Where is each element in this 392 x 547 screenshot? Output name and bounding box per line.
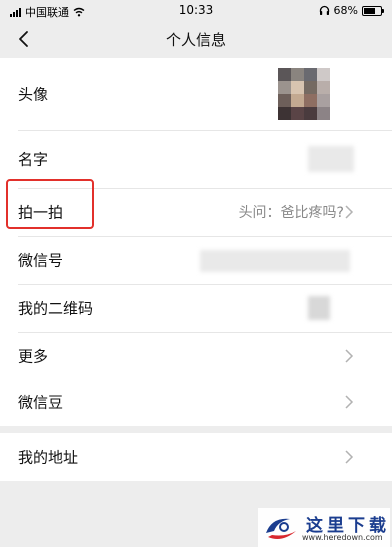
status-bar: 中国联通 10:33 68% (0, 0, 392, 22)
wechat-id-blurred (200, 250, 350, 272)
avatar[interactable] (278, 68, 330, 120)
address-group: 我的地址 (0, 433, 392, 481)
row-wechat-id[interactable]: 微信号 (0, 236, 392, 284)
battery-percent: 68% (333, 4, 358, 17)
row-qr-code[interactable]: 我的二维码 (0, 284, 392, 332)
row-label: 微信豆 (18, 393, 64, 412)
status-right: 68% (319, 4, 384, 17)
chevron-right-icon (345, 349, 354, 363)
watermark-url: www.heredown.com (302, 533, 383, 542)
watermark: 这里下载 www.heredown.com (258, 508, 390, 547)
row-my-address[interactable]: 我的地址 (0, 433, 392, 481)
annotation-highlight-box (6, 179, 94, 229)
row-label: 名字 (18, 150, 49, 169)
headphones-icon (319, 5, 329, 15)
watermark-logo-icon (266, 518, 296, 539)
row-label: 我的地址 (18, 448, 79, 467)
qr-code-blurred (308, 296, 330, 320)
wechat-beans-group: 微信豆 (0, 378, 392, 426)
row-label: 更多 (18, 347, 49, 366)
nav-bar: 个人信息 (0, 22, 392, 58)
row-more[interactable]: 更多 (0, 332, 392, 380)
pat-value: 头问：爸比疼吗? (238, 205, 344, 221)
chevron-right-icon (345, 205, 354, 219)
row-wechat-beans[interactable]: 微信豆 (0, 378, 392, 426)
row-label: 头像 (18, 85, 49, 104)
row-label: 微信号 (18, 251, 64, 270)
page-title: 个人信息 (165, 31, 226, 49)
chevron-right-icon (345, 395, 354, 409)
row-avatar[interactable]: 头像 (0, 58, 392, 130)
battery-fill (364, 7, 375, 14)
row-label: 我的二维码 (18, 299, 94, 318)
chevron-right-icon (345, 450, 354, 464)
name-value-blurred (308, 146, 354, 172)
battery-icon (362, 5, 384, 16)
